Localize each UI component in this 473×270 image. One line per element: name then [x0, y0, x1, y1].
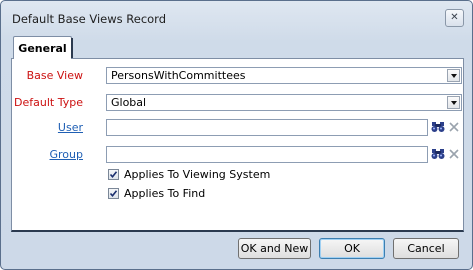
- close-button[interactable]: ✕: [445, 9, 464, 27]
- user-clear-icon[interactable]: [446, 119, 462, 135]
- tab-divider: [71, 38, 73, 58]
- window-title: Default Base Views Record: [12, 12, 167, 26]
- general-panel: Base View PersonsWithCommittees Default …: [11, 58, 464, 232]
- user-binoculars-icon[interactable]: [430, 119, 446, 135]
- ok-label: OK: [344, 242, 360, 255]
- ok-and-new-button[interactable]: OK and New: [238, 238, 311, 259]
- group-clear-icon[interactable]: [446, 146, 462, 162]
- dialog-window: Default Base Views Record ✕ General Base…: [0, 0, 473, 270]
- ok-and-new-label: OK and New: [240, 242, 309, 255]
- default-type-label: Default Type: [14, 96, 83, 109]
- tab-general[interactable]: General: [13, 36, 72, 59]
- tab-general-label: General: [18, 41, 67, 55]
- group-link[interactable]: Group: [50, 148, 84, 161]
- applies-viewing-label: Applies To Viewing System: [124, 167, 271, 181]
- base-view-dropdown-icon[interactable]: [447, 69, 460, 82]
- base-view-label: Base View: [26, 69, 83, 82]
- applies-find-checkbox-row[interactable]: Applies To Find: [108, 186, 205, 200]
- group-binoculars-icon[interactable]: [430, 146, 446, 162]
- checkmark-icon: [109, 189, 118, 197]
- default-type-select[interactable]: Global: [106, 94, 462, 111]
- default-type-value: Global: [111, 96, 147, 109]
- checkmark-icon: [109, 170, 118, 178]
- cancel-label: Cancel: [407, 242, 445, 255]
- user-input[interactable]: [106, 119, 428, 136]
- applies-viewing-checkbox[interactable]: [108, 168, 119, 180]
- group-input[interactable]: [106, 146, 428, 163]
- cancel-button[interactable]: Cancel: [393, 238, 459, 259]
- ok-button[interactable]: OK: [319, 238, 385, 259]
- applies-viewing-checkbox-row[interactable]: Applies To Viewing System: [108, 167, 270, 181]
- applies-find-label: Applies To Find: [124, 186, 206, 200]
- base-view-select[interactable]: PersonsWithCommittees: [106, 67, 462, 84]
- user-link[interactable]: User: [58, 121, 83, 134]
- close-icon: ✕: [450, 12, 459, 23]
- base-view-value: PersonsWithCommittees: [111, 69, 246, 82]
- default-type-dropdown-icon[interactable]: [447, 96, 460, 109]
- applies-find-checkbox[interactable]: [108, 187, 119, 199]
- title-bar[interactable]: Default Base Views Record ✕: [1, 1, 472, 35]
